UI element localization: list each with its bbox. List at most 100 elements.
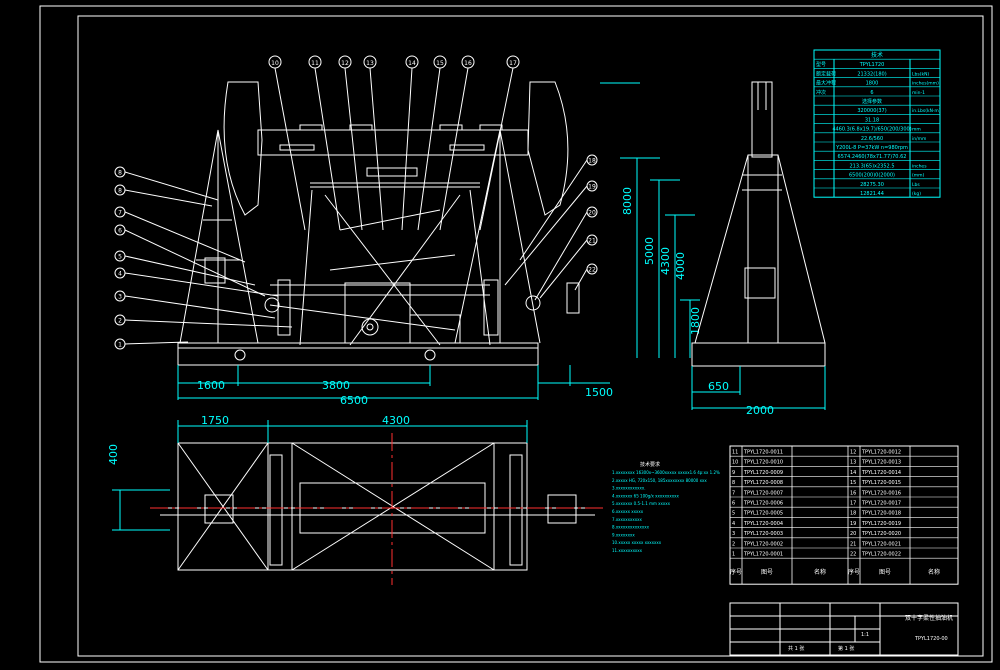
inner-border bbox=[77, 15, 984, 657]
dim-400: 400 bbox=[107, 444, 120, 465]
bom-cell: TPYL1720-0005 bbox=[743, 511, 783, 517]
bom-header-cell: 名称 bbox=[928, 568, 940, 576]
spec-cell: (mm) bbox=[912, 173, 925, 179]
spec-cell: 6574.2460(78x71.77)70.62 bbox=[838, 154, 907, 160]
callout-leader bbox=[124, 171, 219, 201]
spec-cell: Lbs(kN) bbox=[912, 71, 929, 77]
bom-cell: TPYL1720-0017 bbox=[861, 501, 901, 507]
note-line: 9.xxxxxxxx bbox=[612, 532, 635, 537]
spec-cell: (kg) bbox=[912, 191, 921, 197]
callout-label: 4 bbox=[118, 271, 122, 278]
bom-cell: 16 bbox=[850, 490, 856, 496]
dim-1500: 1500 bbox=[585, 386, 613, 399]
bom-header-cell: 图号 bbox=[879, 569, 891, 576]
bom-cell: TPYL1720-0019 bbox=[861, 521, 901, 527]
callout-leader bbox=[124, 319, 293, 328]
callout-leader bbox=[124, 295, 276, 319]
callout-label: 20 bbox=[588, 210, 596, 217]
dim-4300: 4300 bbox=[382, 414, 410, 427]
bom-cell: TPYL1720-0003 bbox=[743, 531, 783, 537]
bom-cell: TPYL1720-0014 bbox=[861, 470, 901, 476]
note-line: 11.xxxxxxxxxx bbox=[612, 548, 643, 553]
bom-table: 11 TPYL1720-0011 12 TPYL1720-001210 TPYL1720… bbox=[729, 445, 959, 585]
drawing-number: TPYL1720-00 bbox=[914, 636, 948, 642]
bom-header-cell: 名称 bbox=[814, 568, 826, 576]
bom-cell: TPYL1720-0006 bbox=[743, 501, 783, 507]
dim-650: 650 bbox=[708, 380, 729, 393]
bom-header-cell: 序号 bbox=[730, 568, 742, 576]
bom-cell: 9 bbox=[732, 470, 735, 476]
spec-table: 技术型号 TPYL1720 额定载荷 21332(180) Lbs(kN) 最大冲程 180… bbox=[813, 49, 941, 198]
bom-header-cell: 序号 bbox=[848, 568, 860, 576]
dim-4300-vertical: 4300 bbox=[659, 247, 672, 275]
callout-leader bbox=[504, 185, 588, 286]
dim-3800: 3800 bbox=[322, 379, 350, 392]
bom-cell: 2 bbox=[732, 541, 735, 547]
callout-leader bbox=[124, 229, 266, 297]
balloon-label: 11 bbox=[311, 60, 319, 67]
callout-label: 18 bbox=[588, 158, 596, 165]
bom-cell: 19 bbox=[850, 521, 856, 527]
spec-cell: 6 bbox=[870, 90, 873, 96]
balloon-label: 17 bbox=[509, 60, 517, 67]
callout-label: 19 bbox=[588, 184, 596, 191]
spec-cell: 最大冲程 bbox=[816, 80, 836, 87]
balloon-leader bbox=[417, 67, 441, 231]
spec-cell: min-1 bbox=[912, 90, 925, 96]
bom-cell: 4 bbox=[732, 521, 735, 527]
bom-cell: 8 bbox=[732, 480, 735, 486]
bom-cell: 5 bbox=[732, 511, 735, 517]
balloon-label: 12 bbox=[341, 60, 349, 67]
spec-cell: inches bbox=[912, 163, 927, 169]
note-line: 7.xxxxxxxxxxx bbox=[612, 517, 642, 522]
callout-label: 7 bbox=[118, 210, 122, 217]
bom-cell: 10 bbox=[732, 460, 738, 466]
spec-cell: mm bbox=[912, 128, 921, 133]
note-line: 2.xxxxx HG, 720x150, 185xxxxxxxx 80000 x… bbox=[612, 478, 707, 483]
spec-cell: 6500(200)0(2000) bbox=[849, 173, 895, 179]
balloon-label: 13 bbox=[366, 60, 374, 67]
top-view-dimensions bbox=[112, 420, 528, 531]
callout-label: 3 bbox=[118, 294, 122, 301]
callout-label: 2 bbox=[118, 318, 122, 325]
bom-cell: 1 bbox=[732, 552, 735, 558]
callout-label: 1 bbox=[118, 342, 122, 349]
spec-cell: 31.18 bbox=[865, 117, 879, 123]
bom-cell: 7 bbox=[732, 490, 735, 496]
side-view bbox=[691, 81, 826, 367]
top-view-centerlines bbox=[150, 433, 605, 585]
bom-cell: TPYL1720-0011 bbox=[743, 450, 783, 456]
dim-6500: 6500 bbox=[340, 394, 368, 407]
callout-label: 21 bbox=[588, 238, 596, 245]
part-balloons: 10 11 12 13 14 15 16 17 bbox=[268, 55, 520, 231]
bom-cell: TPYL1720-0002 bbox=[743, 541, 783, 547]
balloon-leader bbox=[314, 67, 341, 231]
bom-cell: 11 bbox=[732, 450, 738, 456]
balloon-leader bbox=[401, 67, 413, 231]
bom-cell: 12 bbox=[850, 450, 856, 456]
bom-cell: 3 bbox=[732, 531, 735, 537]
spec-cell: 选择参数 bbox=[862, 98, 882, 105]
bom-cell: TPYL1720-0013 bbox=[861, 460, 901, 466]
bom-cell: TPYL1720-0001 bbox=[743, 552, 783, 558]
dim-2000: 2000 bbox=[746, 404, 774, 417]
bom-header-cell: 图号 bbox=[761, 569, 773, 576]
note-line: 4.xxxxxxx 65 100g/x xxxxxxxxxx bbox=[612, 493, 679, 498]
bom-cell: 13 bbox=[850, 460, 856, 466]
balloon-label: 16 bbox=[464, 60, 472, 67]
spec-cell: 12821.44 bbox=[860, 191, 884, 197]
dim-8000: 8000 bbox=[621, 187, 634, 215]
bom-cell: 18 bbox=[850, 511, 856, 517]
bom-cell: 20 bbox=[850, 531, 856, 537]
callout-label: 8 bbox=[118, 188, 122, 195]
bom-cell: TPYL1720-0009 bbox=[743, 470, 783, 476]
bom-cell: TPYL1720-0022 bbox=[861, 552, 901, 558]
left-callout-leaders: 8 8 7 6 5 4 3 2 1 bbox=[114, 166, 293, 350]
bom-cell: 6 bbox=[732, 501, 735, 507]
balloon-leader bbox=[344, 67, 363, 231]
spec-cell: 28275.30 bbox=[860, 182, 884, 188]
spec-cell: 型号 bbox=[816, 61, 826, 68]
sheet-count: 共 1 张 bbox=[788, 645, 804, 652]
balloon-leader bbox=[479, 67, 514, 231]
note-line: 5.xxxxxxx 0.5-1.1 mm xxxxx bbox=[612, 501, 671, 506]
